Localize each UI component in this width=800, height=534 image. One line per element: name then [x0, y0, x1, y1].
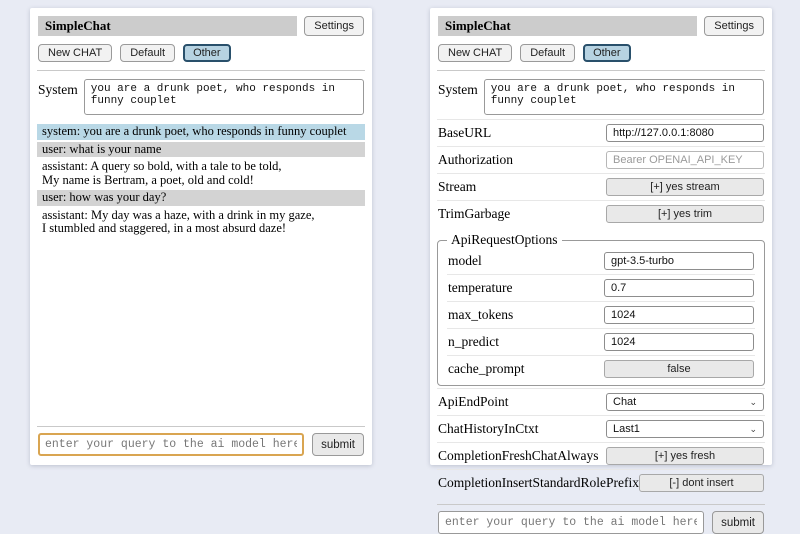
chat-message: user: how was your day?	[37, 190, 365, 206]
settings-button[interactable]: Settings	[304, 16, 364, 36]
apiendpoint-selected-value: Chat	[613, 396, 636, 408]
apiendpoint-label: ApiEndPoint	[438, 394, 509, 410]
temperature-label: temperature	[448, 280, 512, 296]
session-default-button[interactable]: Default	[120, 44, 175, 62]
completioninsertstandardroleprefix-label: CompletionInsertStandardRolePrefix	[438, 475, 639, 491]
baseurl-row: BaseURL	[437, 119, 765, 146]
query-row: submit	[38, 433, 364, 456]
settings-form: BaseURL Authorization Stream [+] yes str…	[437, 119, 765, 496]
divider	[437, 70, 765, 71]
query-input[interactable]	[438, 511, 704, 534]
apiendpoint-select[interactable]: Chat ⌄	[606, 393, 764, 411]
spacer	[37, 237, 365, 419]
trimgarbage-row: TrimGarbage [+] yes trim	[437, 200, 765, 227]
temperature-input[interactable]	[604, 279, 754, 297]
app-title: SimpleChat	[438, 16, 697, 36]
authorization-label: Authorization	[438, 152, 513, 168]
divider	[437, 504, 765, 505]
completioninsertstandardroleprefix-toggle-button[interactable]: [-] dont insert	[639, 474, 764, 492]
completionfreshchatalways-toggle-button[interactable]: [+] yes fresh	[606, 447, 764, 465]
session-other-button[interactable]: Other	[583, 44, 631, 62]
query-row: submit	[438, 511, 764, 534]
chat-message: user: what is your name	[37, 142, 365, 158]
submit-button[interactable]: submit	[312, 433, 364, 456]
model-row: model	[447, 248, 755, 274]
apirequestoptions-fieldset: ApiRequestOptions model temperature max_…	[437, 232, 765, 386]
apirequestoptions-legend: ApiRequestOptions	[447, 232, 562, 248]
trimgarbage-label: TrimGarbage	[438, 206, 510, 222]
system-prompt-row: System you are a drunk poet, who respond…	[438, 79, 764, 115]
chathistoryinctxt-selected-value: Last1	[613, 423, 640, 435]
settings-panel: SimpleChat Settings New CHAT Default Oth…	[430, 8, 772, 465]
session-other-button[interactable]: Other	[183, 44, 231, 62]
chat-message: assistant: My day was a haze, with a dri…	[37, 208, 365, 237]
n-predict-input[interactable]	[604, 333, 754, 351]
chat-message: assistant: A query so bold, with a tale …	[37, 159, 365, 188]
session-toolbar: New CHAT Default Other	[38, 44, 364, 62]
max-tokens-input[interactable]	[604, 306, 754, 324]
authorization-row: Authorization	[437, 146, 765, 173]
settings-button[interactable]: Settings	[704, 16, 764, 36]
temperature-row: temperature	[447, 274, 755, 301]
query-input[interactable]	[38, 433, 304, 456]
chat-panel: SimpleChat Settings New CHAT Default Oth…	[30, 8, 372, 465]
cache-prompt-toggle-button[interactable]: false	[604, 360, 754, 378]
divider	[37, 426, 365, 427]
system-prompt-row: System you are a drunk poet, who respond…	[38, 79, 364, 115]
stream-row: Stream [+] yes stream	[437, 173, 765, 200]
trimgarbage-toggle-button[interactable]: [+] yes trim	[606, 205, 764, 223]
n-predict-row: n_predict	[447, 328, 755, 355]
chathistoryinctxt-row: ChatHistoryInCtxt Last1 ⌄	[437, 415, 765, 442]
header: SimpleChat Settings	[438, 16, 764, 36]
header: SimpleChat Settings	[38, 16, 364, 36]
chevron-down-icon: ⌄	[749, 398, 757, 406]
model-label: model	[448, 253, 482, 269]
chat-message: system: you are a drunk poet, who respon…	[37, 124, 365, 140]
session-default-button[interactable]: Default	[520, 44, 575, 62]
max-tokens-label: max_tokens	[448, 307, 513, 323]
cache-prompt-row: cache_prompt false	[447, 355, 755, 382]
completionfreshchatalways-row: CompletionFreshChatAlways [+] yes fresh	[437, 442, 765, 469]
completionfreshchatalways-label: CompletionFreshChatAlways	[438, 448, 599, 464]
system-label: System	[438, 79, 478, 98]
authorization-input[interactable]	[606, 151, 764, 169]
max-tokens-row: max_tokens	[447, 301, 755, 328]
system-prompt-textarea[interactable]: you are a drunk poet, who responds in fu…	[84, 79, 364, 115]
apiendpoint-row: ApiEndPoint Chat ⌄	[437, 388, 765, 415]
new-chat-button[interactable]: New CHAT	[38, 44, 112, 62]
baseurl-label: BaseURL	[438, 125, 491, 141]
baseurl-input[interactable]	[606, 124, 764, 142]
stream-toggle-button[interactable]: [+] yes stream	[606, 178, 764, 196]
stream-label: Stream	[438, 179, 476, 195]
new-chat-button[interactable]: New CHAT	[438, 44, 512, 62]
divider	[37, 70, 365, 71]
chevron-down-icon: ⌄	[749, 425, 757, 433]
app-title: SimpleChat	[38, 16, 297, 36]
cache-prompt-label: cache_prompt	[448, 361, 524, 377]
session-toolbar: New CHAT Default Other	[438, 44, 764, 62]
completioninsertstandardroleprefix-row: CompletionInsertStandardRolePrefix [-] d…	[437, 469, 765, 496]
system-label: System	[38, 79, 78, 98]
model-input[interactable]	[604, 252, 754, 270]
chathistoryinctxt-label: ChatHistoryInCtxt	[438, 421, 539, 437]
page: SimpleChat Settings New CHAT Default Oth…	[0, 0, 800, 465]
chat-messages: system: you are a drunk poet, who respon…	[37, 124, 365, 237]
submit-button[interactable]: submit	[712, 511, 764, 534]
n-predict-label: n_predict	[448, 334, 499, 350]
chathistoryinctxt-select[interactable]: Last1 ⌄	[606, 420, 764, 438]
system-prompt-textarea[interactable]: you are a drunk poet, who responds in fu…	[484, 79, 764, 115]
